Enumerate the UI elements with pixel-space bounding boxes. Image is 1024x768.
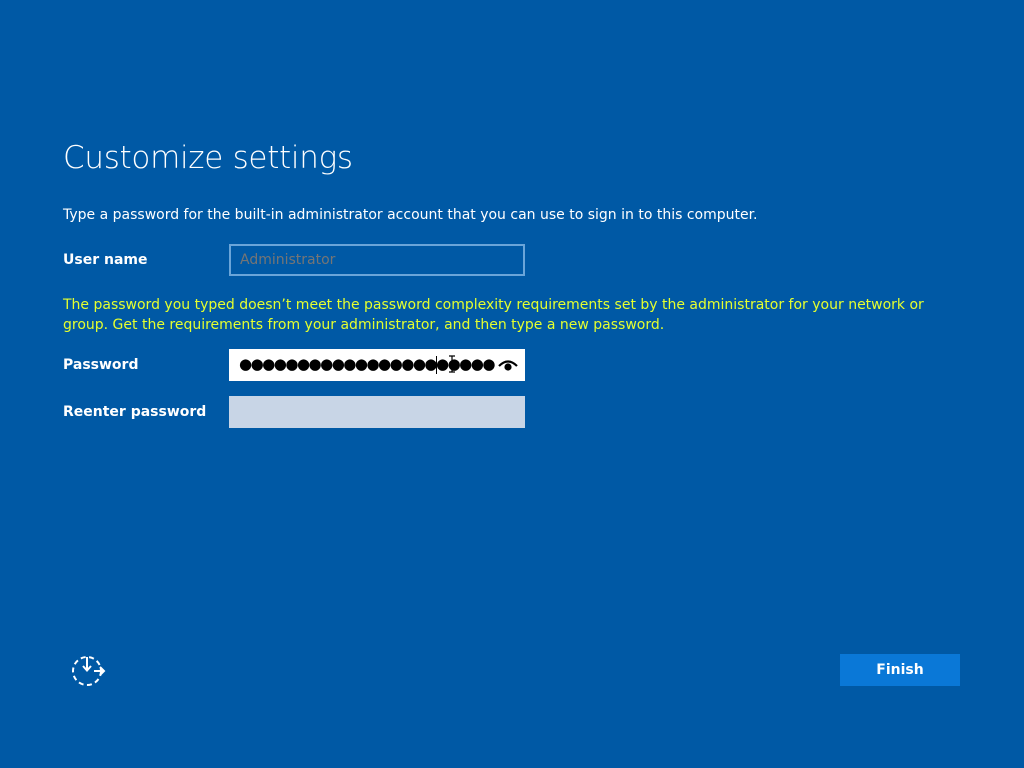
reenter-password-field[interactable] [229,396,525,428]
reenter-password-label: Reenter password [63,404,207,420]
eye-icon[interactable] [497,355,519,375]
page-title: Customize settings [63,140,353,176]
intro-text: Type a password for the built-in adminis… [63,207,758,223]
ibeam-cursor-icon [449,355,455,373]
ease-of-access-icon[interactable] [70,654,106,688]
password-warning: The password you typed doesn’t meet the … [63,297,924,333]
finish-button[interactable]: Finish [840,654,960,686]
text-caret [436,356,437,374]
username-field[interactable] [229,244,525,276]
setup-page: Customize settings Type a password for t… [0,0,1024,768]
password-label: Password [63,357,139,373]
username-label: User name [63,252,148,268]
username-input[interactable] [231,246,523,274]
password-field[interactable]: ●●●●●●●●●●●●●●●●●●●●●● [229,349,525,381]
